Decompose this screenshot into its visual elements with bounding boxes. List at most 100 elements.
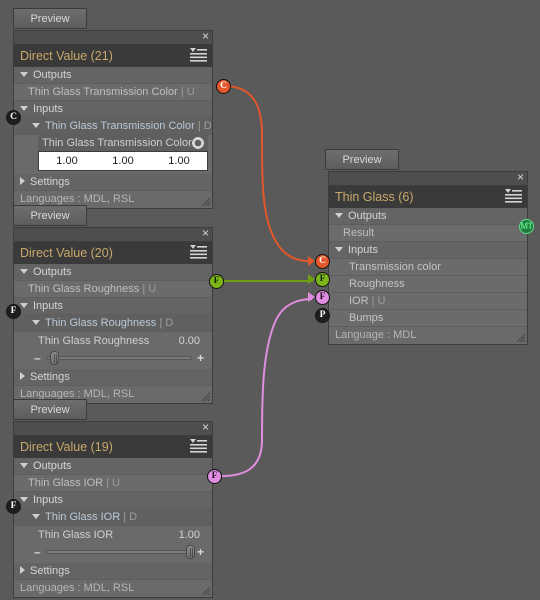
- close-icon[interactable]: ×: [202, 227, 209, 240]
- node-menu-icon[interactable]: [190, 245, 207, 260]
- node-title-label: Direct Value (21): [20, 49, 113, 63]
- resize-grip-icon[interactable]: [199, 390, 211, 402]
- input-port-f-ior[interactable]: F: [315, 290, 330, 305]
- input-port-label: Roughness: [349, 278, 405, 290]
- input-port-f-direct-value-19[interactable]: F: [6, 499, 21, 514]
- output-port-f-direct-value-20[interactable]: F: [209, 274, 224, 289]
- input-port-c-transmission-color[interactable]: C: [315, 254, 330, 269]
- close-icon[interactable]: ×: [517, 171, 524, 184]
- slider-value[interactable]: 0.00: [179, 333, 200, 350]
- input-port-f-direct-value-20[interactable]: F: [6, 304, 21, 319]
- color-component-r[interactable]: 1.00: [39, 152, 95, 170]
- outputs-section-header[interactable]: Outputs: [14, 264, 212, 281]
- inputs-section-header[interactable]: Inputs: [14, 298, 212, 315]
- color-value-editor[interactable]: Thin Glass Transmission Color 1.00 1.00 …: [14, 135, 212, 174]
- chevron-down-icon: [32, 319, 40, 325]
- outputs-section-header[interactable]: Outputs: [14, 458, 212, 475]
- node-topbar: ×: [14, 421, 212, 436]
- slider-track[interactable]: [46, 356, 192, 360]
- settings-label: Settings: [30, 565, 70, 577]
- output-row-result[interactable]: Result: [329, 225, 527, 242]
- output-row-thin-glass-roughness[interactable]: Thin Glass Roughness | U: [14, 281, 212, 298]
- slider-value[interactable]: 1.00: [179, 527, 200, 544]
- resize-grip-icon[interactable]: [199, 584, 211, 596]
- output-port-label: Thin Glass Transmission Color: [28, 86, 178, 98]
- node-title-direct-value-20[interactable]: Direct Value (20): [14, 242, 212, 264]
- node-footer-thin-glass-6: Language : MDL: [329, 327, 527, 344]
- close-icon[interactable]: ×: [202, 421, 209, 434]
- node-thin-glass-6[interactable]: × Thin Glass (6) Outputs Result Inputs T…: [328, 171, 528, 345]
- chevron-down-icon: [32, 513, 40, 519]
- ior-value-editor[interactable]: Thin Glass IOR 1.00 – +: [14, 526, 212, 563]
- chevron-down-icon: [20, 496, 28, 502]
- node-direct-value-21[interactable]: × Direct Value (21) Outputs Thin Glass T…: [13, 30, 213, 209]
- input-port-f-roughness[interactable]: F: [315, 272, 330, 287]
- input-row-transmission-color[interactable]: Transmission color: [329, 259, 527, 276]
- chevron-down-icon: [335, 212, 343, 218]
- slider-minus-icon[interactable]: –: [34, 546, 41, 558]
- resize-grip-icon[interactable]: [514, 331, 526, 343]
- input-row-roughness[interactable]: Roughness: [329, 276, 527, 293]
- input-port-p-bumps[interactable]: P: [315, 308, 330, 323]
- input-row-ior[interactable]: IOR | U: [329, 293, 527, 310]
- outputs-label: Outputs: [348, 210, 387, 222]
- output-port-suffix: | U: [142, 283, 157, 295]
- slider-track[interactable]: [46, 550, 192, 554]
- preview-button-direct-value-19[interactable]: Preview: [13, 399, 87, 420]
- input-port-label: Bumps: [349, 312, 384, 324]
- input-port-suffix: | D: [123, 511, 138, 523]
- settings-section-header[interactable]: Settings: [14, 369, 212, 386]
- ior-slider[interactable]: – +: [32, 544, 206, 560]
- node-title-label: Direct Value (19): [20, 440, 113, 454]
- color-value-field[interactable]: 1.00 1.00 1.00: [38, 151, 208, 171]
- outputs-section-header[interactable]: Outputs: [329, 208, 527, 225]
- slider-knob[interactable]: [186, 545, 195, 559]
- output-row-thin-glass-transmission-color[interactable]: Thin Glass Transmission Color | U: [14, 84, 212, 101]
- output-port-c-direct-value-21[interactable]: C: [216, 79, 231, 94]
- resize-grip-icon[interactable]: [199, 195, 211, 207]
- node-direct-value-20[interactable]: × Direct Value (20) Outputs Thin Glass R…: [13, 227, 213, 404]
- slider-minus-icon[interactable]: –: [34, 352, 41, 364]
- output-port-f-direct-value-19[interactable]: F: [207, 469, 222, 484]
- roughness-value-editor[interactable]: Thin Glass Roughness 0.00 – +: [14, 332, 212, 369]
- node-menu-icon[interactable]: [190, 439, 207, 454]
- input-port-c-direct-value-21[interactable]: C: [6, 110, 21, 125]
- slider-plus-icon[interactable]: +: [197, 352, 204, 364]
- node-menu-icon[interactable]: [505, 189, 522, 204]
- node-title-direct-value-19[interactable]: Direct Value (19): [14, 436, 212, 458]
- slider-plus-icon[interactable]: +: [197, 546, 204, 558]
- node-footer-label: Languages : MDL, RSL: [20, 582, 135, 594]
- input-row-thin-glass-ior[interactable]: Thin Glass IOR | D: [14, 509, 212, 526]
- output-port-label: Thin Glass IOR: [28, 477, 104, 489]
- node-topbar: ×: [14, 227, 212, 242]
- input-row-thin-glass-roughness[interactable]: Thin Glass Roughness | D: [14, 315, 212, 332]
- color-value-label: Thin Glass Transmission Color: [42, 137, 192, 149]
- inputs-section-header[interactable]: Inputs: [329, 242, 527, 259]
- input-port-suffix: | U: [371, 295, 386, 307]
- color-component-g[interactable]: 1.00: [95, 152, 151, 170]
- node-graph-canvas[interactable]: Preview × Direct Value (21) Outputs Thin…: [0, 0, 540, 600]
- input-row-bumps[interactable]: Bumps: [329, 310, 527, 327]
- preview-button-thin-glass-6[interactable]: Preview: [325, 149, 399, 170]
- preview-button-direct-value-21[interactable]: Preview: [13, 8, 87, 29]
- input-row-thin-glass-transmission-color[interactable]: Thin Glass Transmission Color | D: [14, 118, 212, 135]
- settings-section-header[interactable]: Settings: [14, 174, 212, 191]
- node-direct-value-19[interactable]: × Direct Value (19) Outputs Thin Glass I…: [13, 421, 213, 598]
- preview-button-direct-value-20[interactable]: Preview: [13, 205, 87, 226]
- inputs-label: Inputs: [33, 494, 63, 506]
- slider-knob[interactable]: [50, 351, 59, 365]
- gear-icon[interactable]: [192, 137, 204, 149]
- color-component-b[interactable]: 1.00: [151, 152, 207, 170]
- output-row-thin-glass-ior[interactable]: Thin Glass IOR | U: [14, 475, 212, 492]
- node-menu-icon[interactable]: [190, 48, 207, 63]
- input-port-label: Thin Glass Roughness: [45, 317, 157, 329]
- output-port-mt-thin-glass-6[interactable]: MT: [519, 219, 534, 234]
- outputs-section-header[interactable]: Outputs: [14, 67, 212, 84]
- node-title-direct-value-21[interactable]: Direct Value (21): [14, 45, 212, 67]
- close-icon[interactable]: ×: [202, 30, 209, 43]
- node-title-thin-glass-6[interactable]: Thin Glass (6): [329, 186, 527, 208]
- inputs-section-header[interactable]: Inputs: [14, 101, 212, 118]
- inputs-section-header[interactable]: Inputs: [14, 492, 212, 509]
- settings-section-header[interactable]: Settings: [14, 563, 212, 580]
- roughness-slider[interactable]: – +: [32, 350, 206, 366]
